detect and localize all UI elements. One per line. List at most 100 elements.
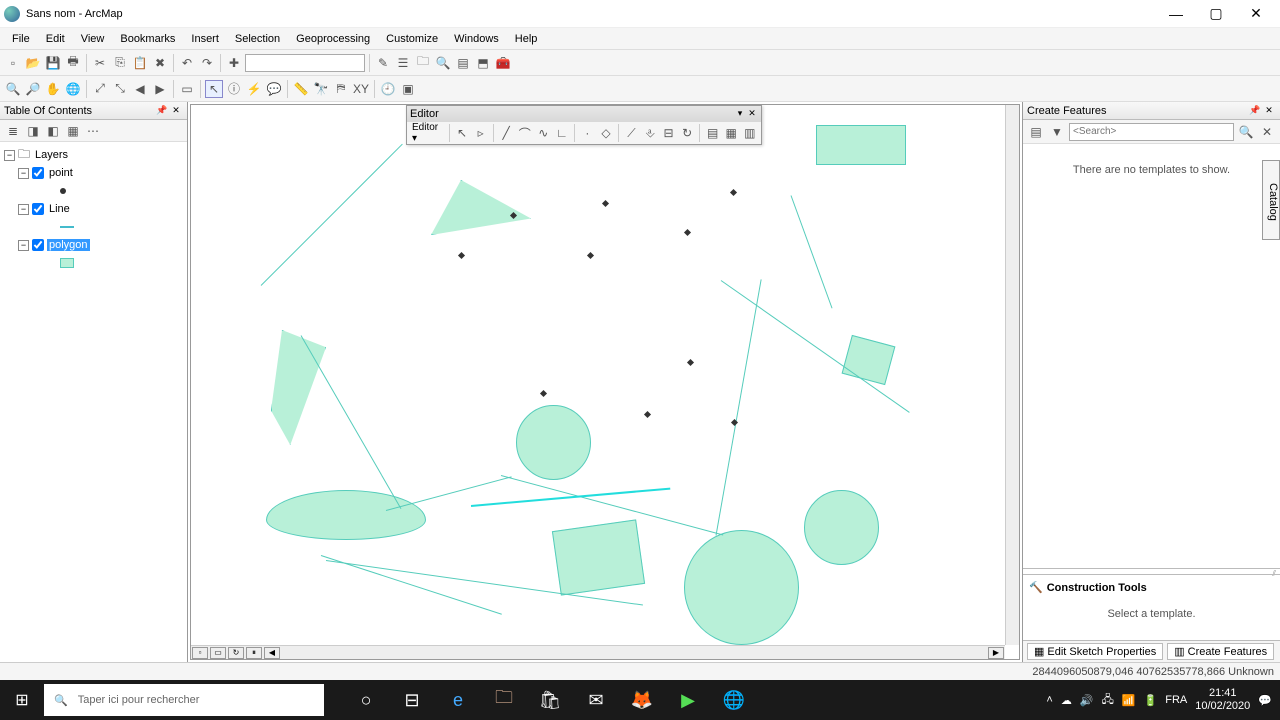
expand-icon[interactable]: − bbox=[18, 240, 29, 251]
cortana-icon[interactable]: ○ bbox=[344, 680, 388, 720]
paste-icon[interactable]: 📋 bbox=[131, 54, 149, 72]
pause-icon[interactable]: ⏸ bbox=[246, 647, 262, 659]
symbol-line[interactable] bbox=[4, 218, 183, 236]
layout-view-icon[interactable]: ▭ bbox=[210, 647, 226, 659]
full-extent-icon[interactable]: 🌐 bbox=[64, 80, 82, 98]
minimize-button[interactable]: — bbox=[1156, 2, 1196, 26]
editor-menu[interactable]: Editor ▾ bbox=[410, 122, 445, 144]
python-icon[interactable]: ▤ bbox=[454, 54, 472, 72]
close-panel-icon[interactable]: ✕ bbox=[169, 104, 183, 118]
delete-icon[interactable]: ✖ bbox=[151, 54, 169, 72]
list-by-visibility-icon[interactable]: ◧ bbox=[44, 122, 62, 140]
menu-help[interactable]: Help bbox=[507, 31, 546, 47]
menu-insert[interactable]: Insert bbox=[183, 31, 227, 47]
list-by-source-icon[interactable]: ◨ bbox=[24, 122, 42, 140]
search-go-icon[interactable]: 🔍 bbox=[1237, 123, 1255, 141]
toolbar-options-icon[interactable]: ▾ bbox=[734, 108, 746, 120]
open-icon[interactable]: 📂 bbox=[24, 54, 42, 72]
tray-chevron-icon[interactable]: ˄ bbox=[1046, 694, 1052, 706]
reshape-icon[interactable]: ⟋ bbox=[623, 124, 640, 142]
menu-customize[interactable]: Customize bbox=[378, 31, 446, 47]
catalog-icon[interactable]: 🗀 bbox=[414, 54, 432, 72]
menu-geoprocessing[interactable]: Geoprocessing bbox=[288, 31, 378, 47]
scroll-left-icon[interactable]: ◀ bbox=[264, 647, 280, 659]
catalog-sidetab[interactable]: Catalog bbox=[1262, 160, 1280, 240]
sketch-props-icon[interactable]: ▦ bbox=[723, 124, 740, 142]
scroll-right-icon[interactable]: ▶ bbox=[988, 647, 1004, 659]
menu-bookmarks[interactable]: Bookmarks bbox=[112, 31, 183, 47]
refresh-icon[interactable]: ↻ bbox=[228, 647, 244, 659]
data-view-icon[interactable]: ▫ bbox=[192, 647, 208, 659]
task-view-icon[interactable]: ⊟ bbox=[390, 680, 434, 720]
html-popup-icon[interactable]: 💬 bbox=[265, 80, 283, 98]
select-icon[interactable]: ▭ bbox=[178, 80, 196, 98]
toc-icon[interactable]: ☰ bbox=[394, 54, 412, 72]
notifications-icon[interactable]: 💬 bbox=[1258, 694, 1272, 707]
editor-toolbar[interactable]: Editor ▾ ✕ Editor ▾ ↖ ▹ ╱ ⌒ ∿ ∟ · bbox=[406, 105, 762, 145]
model-icon[interactable]: ⬒ bbox=[474, 54, 492, 72]
back-icon[interactable]: ◀ bbox=[131, 80, 149, 98]
language-icon[interactable]: FRA bbox=[1165, 694, 1187, 706]
tab-edit-sketch[interactable]: ▦Edit Sketch Properties bbox=[1027, 643, 1163, 660]
onedrive-icon[interactable]: ☁ bbox=[1061, 694, 1072, 707]
app-icon[interactable]: ▶ bbox=[666, 680, 710, 720]
rotate-icon[interactable]: ↻ bbox=[679, 124, 696, 142]
attributes-icon[interactable]: ▤ bbox=[704, 124, 721, 142]
layer-checkbox[interactable] bbox=[32, 239, 44, 251]
select-elements-icon[interactable]: ↖ bbox=[205, 80, 223, 98]
network-icon[interactable]: 🖧 bbox=[1102, 691, 1114, 710]
taskbar-search[interactable]: 🔍 Taper ici pour rechercher bbox=[44, 684, 324, 716]
list-by-selection-icon[interactable]: ▦ bbox=[64, 122, 82, 140]
menu-edit[interactable]: Edit bbox=[38, 31, 73, 47]
expand-icon[interactable]: − bbox=[18, 204, 29, 215]
pin-icon[interactable]: 📌 bbox=[155, 104, 169, 118]
fixed-zoom-out-icon[interactable]: ⤡ bbox=[111, 80, 129, 98]
print-icon[interactable]: 🖶 bbox=[64, 54, 82, 72]
split-icon[interactable]: ⊟ bbox=[660, 124, 677, 142]
options-icon[interactable]: ⋯ bbox=[84, 122, 102, 140]
identify-icon[interactable]: ⓘ bbox=[225, 80, 243, 98]
symbol-polygon[interactable] bbox=[4, 254, 183, 272]
pan-icon[interactable]: ✋ bbox=[44, 80, 62, 98]
start-button[interactable]: ⊞ bbox=[0, 680, 44, 720]
tree-root[interactable]: − 🗀 Layers bbox=[4, 146, 183, 164]
organize-templates-icon[interactable]: ▤ bbox=[1027, 123, 1045, 141]
edge-icon[interactable]: e bbox=[436, 680, 480, 720]
toolbox-icon[interactable]: 🧰 bbox=[494, 54, 512, 72]
close-panel-icon[interactable]: ✕ bbox=[1262, 104, 1276, 118]
layer-polygon[interactable]: − polygon bbox=[4, 236, 183, 254]
horizontal-scrollbar[interactable]: ▫ ▭ ↻ ⏸ ◀ ▶ bbox=[191, 645, 1005, 659]
right-angle-icon[interactable]: ∟ bbox=[554, 124, 571, 142]
trace-icon[interactable]: ∿ bbox=[535, 124, 552, 142]
layer-line[interactable]: − Line bbox=[4, 200, 183, 218]
expand-icon[interactable]: − bbox=[18, 168, 29, 179]
menu-selection[interactable]: Selection bbox=[227, 31, 288, 47]
editor-toolbar-icon[interactable]: ✎ bbox=[374, 54, 392, 72]
expand-icon[interactable]: − bbox=[4, 150, 15, 161]
edit-annotation-icon[interactable]: ▹ bbox=[472, 124, 489, 142]
edit-vertices-icon[interactable]: ◇ bbox=[598, 124, 615, 142]
fixed-zoom-in-icon[interactable]: ⤢ bbox=[91, 80, 109, 98]
scale-input[interactable] bbox=[245, 54, 365, 72]
layer-checkbox[interactable] bbox=[32, 203, 44, 215]
end-point-arc-icon[interactable]: ⌒ bbox=[516, 124, 533, 142]
tab-create-features[interactable]: ▥Create Features bbox=[1167, 643, 1274, 660]
edit-tool-icon[interactable]: ↖ bbox=[454, 124, 471, 142]
layer-point[interactable]: − point bbox=[4, 164, 183, 182]
undo-icon[interactable]: ↶ bbox=[178, 54, 196, 72]
cut-icon[interactable]: ✂ bbox=[91, 54, 109, 72]
search-icon[interactable]: 🔍 bbox=[434, 54, 452, 72]
close-button[interactable]: ✕ bbox=[1236, 2, 1276, 26]
save-icon[interactable]: 💾 bbox=[44, 54, 62, 72]
forward-icon[interactable]: ▶ bbox=[151, 80, 169, 98]
point-icon[interactable]: · bbox=[579, 124, 596, 142]
menu-windows[interactable]: Windows bbox=[446, 31, 507, 47]
straight-segment-icon[interactable]: ╱ bbox=[498, 124, 515, 142]
redo-icon[interactable]: ↷ bbox=[198, 54, 216, 72]
vertical-scrollbar[interactable] bbox=[1005, 105, 1019, 645]
filter-icon[interactable]: ▼ bbox=[1048, 123, 1066, 141]
volume-icon[interactable]: 🔊 bbox=[1080, 694, 1094, 707]
zoom-out-icon[interactable]: 🔎 bbox=[24, 80, 42, 98]
new-icon[interactable]: ▫ bbox=[4, 54, 22, 72]
template-search-input[interactable] bbox=[1069, 123, 1234, 141]
